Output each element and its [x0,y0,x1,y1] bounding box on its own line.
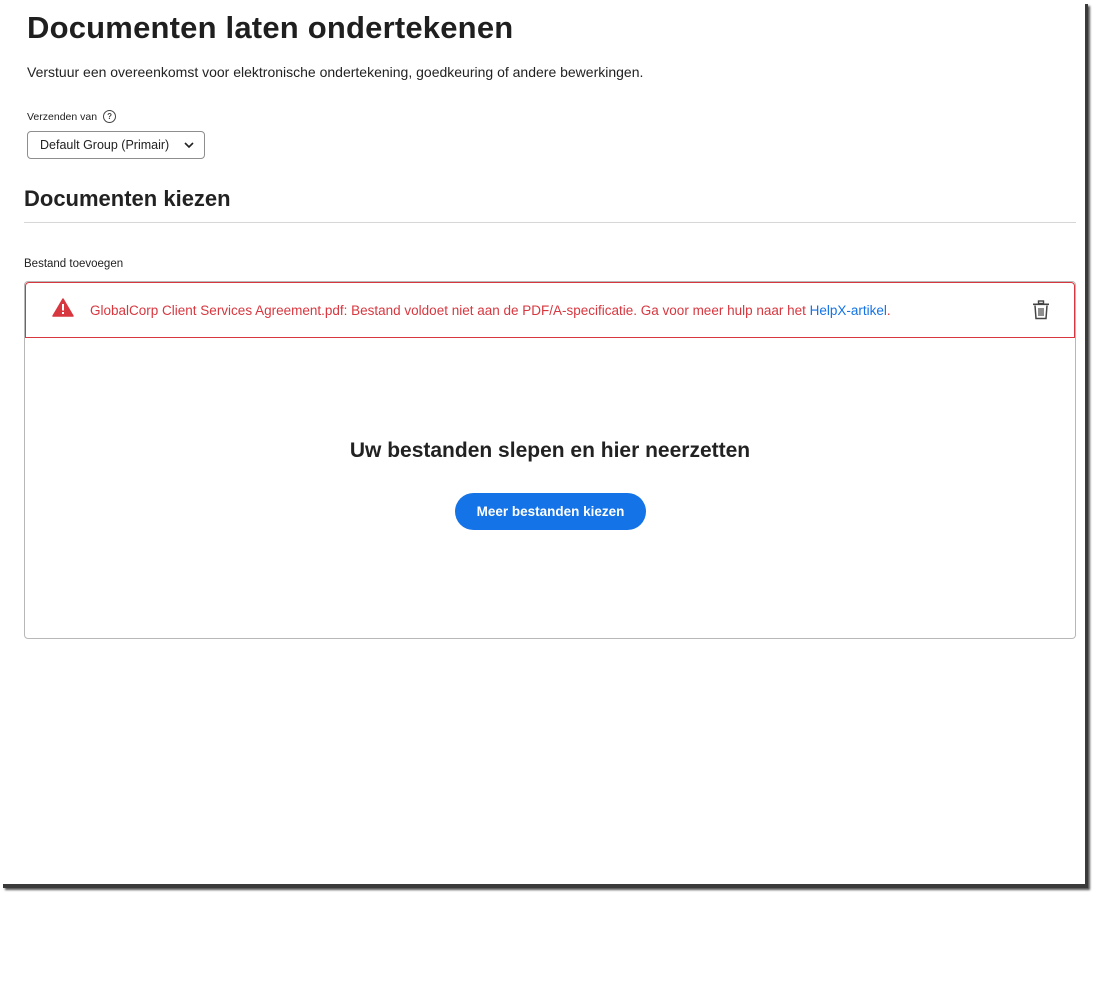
file-drop-zone[interactable]: GlobalCorp Client Services Agreement.pdf… [24,281,1076,639]
page-title: Documenten laten ondertekenen [27,10,514,45]
section-title: Documenten kiezen [24,186,231,211]
send-from-select[interactable]: Default Group (Primair) [27,131,205,159]
error-message: GlobalCorp Client Services Agreement.pdf… [90,303,891,318]
add-file-label: Bestand toevoegen [24,258,124,270]
chevron-down-icon [184,138,194,152]
send-from-selected-value: Default Group (Primair) [40,138,170,152]
error-message-bar: GlobalCorp Client Services Agreement.pdf… [25,282,1075,338]
error-message-suffix: . [886,302,891,318]
trash-icon[interactable] [1032,300,1050,320]
drop-zone-title: Uw bestanden slepen en hier neerzetten [349,439,751,462]
send-from-label-row: Verzenden van ? [27,110,117,123]
help-icon[interactable]: ? [103,110,117,123]
helpx-article-link[interactable]: HelpX-artikel [810,303,887,318]
page-subtitle: Verstuur een overeenkomst voor elektroni… [27,64,644,80]
send-from-label: Verzenden van [27,110,98,123]
choose-files-button[interactable]: Meer bestanden kiezen [455,493,646,530]
warning-icon [52,298,74,322]
section-divider [24,222,1076,223]
app-window: Documenten laten ondertekenen Verstuur e… [0,0,1085,884]
error-message-text: GlobalCorp Client Services Agreement.pdf… [90,302,810,318]
